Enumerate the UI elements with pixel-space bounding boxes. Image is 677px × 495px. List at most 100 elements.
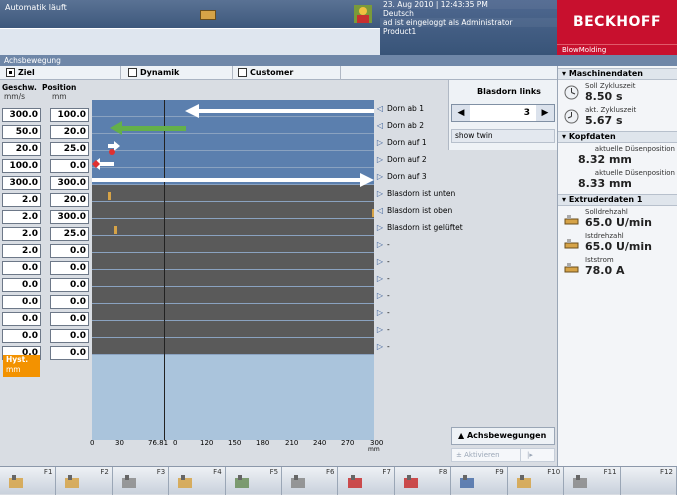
signal-label: - (387, 257, 390, 266)
speed-input[interactable]: 0.0 (2, 278, 41, 292)
signal-item[interactable]: ◁ Dorn ab 1 (376, 100, 424, 117)
position-input[interactable]: 0.0 (50, 244, 89, 258)
extruder-header[interactable]: ▾ Extruderdaten 1 (558, 194, 677, 206)
position-input[interactable]: 0.0 (50, 159, 89, 173)
position-input[interactable]: 20.0 (50, 193, 89, 207)
signal-item[interactable]: ◁ Dorn ab 2 (376, 117, 424, 134)
function-key-f11[interactable]: F11 (564, 467, 621, 495)
kopfdaten-header[interactable]: ▾ Kopfdaten (558, 131, 677, 143)
signal-item[interactable]: ▷ - (376, 253, 390, 270)
position-input[interactable]: 0.0 (50, 312, 89, 326)
machine-header[interactable]: ▾ Maschinendaten (558, 68, 677, 80)
signal-item[interactable]: ▷ - (376, 304, 390, 321)
position-input[interactable]: 300.0 (50, 210, 89, 224)
dynamik-checkbox[interactable] (128, 68, 137, 77)
ziel-checkbox[interactable] (6, 68, 15, 77)
position-input[interactable]: 20.0 (50, 125, 89, 139)
arrow-icon: |▸ (520, 449, 533, 461)
duesenposition-1-label: aktuelle Düsenposition (594, 145, 675, 153)
login-user[interactable]: ad ist eingeloggt als Administrator (380, 18, 557, 27)
function-key-f4[interactable]: F4 (169, 467, 226, 495)
position-input[interactable]: 0.0 (50, 346, 89, 360)
duesenposition-2: aktuelle Düsenposition 8.33 mm (558, 169, 677, 191)
function-key-f7[interactable]: F7 (339, 467, 395, 495)
speed-input[interactable]: 0.0 (2, 295, 41, 309)
duesenposition-1: aktuelle Düsenposition 8.32 mm (558, 145, 677, 167)
position-input[interactable]: 25.0 (50, 142, 89, 156)
function-key-icon (119, 473, 139, 491)
function-key-f9[interactable]: F9 (451, 467, 508, 495)
x-tick-label: 240 (313, 439, 327, 447)
show-twin-button[interactable]: show twin (451, 129, 555, 143)
operator-icon[interactable] (352, 3, 374, 25)
signal-item[interactable]: ▷ Dorn auf 2 (376, 151, 427, 168)
duesenposition-2-value: 8.33 mm (578, 177, 632, 190)
chevron-right-icon[interactable]: ▶ (536, 105, 554, 121)
function-key-label: F2 (100, 468, 109, 476)
product[interactable]: Product1 (380, 27, 557, 36)
tab-customer[interactable]: Customer (238, 68, 293, 77)
function-key-label: F11 (603, 468, 617, 476)
speed-input[interactable]: 0.0 (2, 329, 41, 343)
signal-arrow-icon: ▷ (376, 155, 384, 164)
position-input[interactable]: 0.0 (50, 278, 89, 292)
blasdorn-stepper[interactable]: ◀ 3 ▶ (451, 104, 555, 122)
language[interactable]: Deutsch (380, 9, 557, 18)
x-tick-label: 150 (228, 439, 242, 447)
tab-dynamik[interactable]: Dynamik (128, 68, 179, 77)
function-key-f1[interactable]: F1 (0, 467, 57, 495)
speed-input[interactable]: 100.0 (2, 159, 41, 173)
function-key-f10[interactable]: F10 (508, 467, 565, 495)
signal-item[interactable]: ▷ - (376, 287, 390, 304)
speed-input[interactable]: 300.0 (2, 176, 41, 190)
signal-item[interactable]: ◁ Blasdorn ist oben (376, 202, 452, 219)
signal-item[interactable]: ▷ - (376, 321, 390, 338)
speed-input[interactable]: 300.0 (2, 108, 41, 122)
speed-input[interactable]: 0.0 (2, 261, 41, 275)
function-key-f8[interactable]: F8 (395, 467, 452, 495)
signal-label: - (387, 274, 390, 283)
alarm-icon[interactable] (200, 10, 216, 20)
tab-ziel[interactable]: Ziel (6, 68, 35, 77)
signal-item[interactable]: ▷ Dorn auf 1 (376, 134, 427, 151)
x-tick-label: 120 (200, 439, 214, 447)
blasdorn-value[interactable]: 3 (472, 105, 534, 121)
chevron-left-icon[interactable]: ◀ (452, 105, 470, 121)
hyst-box[interactable]: Hyst. mm (3, 355, 40, 377)
position-input[interactable]: 300.0 (50, 176, 89, 190)
position-input[interactable]: 25.0 (50, 227, 89, 241)
signal-item[interactable]: ▷ Blasdorn ist unten (376, 185, 455, 202)
position-input[interactable]: 100.0 (50, 108, 89, 122)
speed-input[interactable]: 2.0 (2, 193, 41, 207)
signal-item[interactable]: ▷ - (376, 270, 390, 287)
signal-arrow-icon: ◁ (376, 104, 384, 113)
customer-checkbox[interactable] (238, 68, 247, 77)
speed-input[interactable]: 2.0 (2, 227, 41, 241)
signal-label: Dorn auf 2 (387, 155, 427, 164)
position-input[interactable]: 0.0 (50, 295, 89, 309)
signal-item[interactable]: ▷ - (376, 236, 390, 253)
function-key-f12[interactable]: F12 (621, 467, 677, 495)
signal-item[interactable]: ▷ - (376, 338, 390, 355)
function-key-f6[interactable]: F6 (282, 467, 339, 495)
motion-chart (92, 100, 374, 440)
x-axis-unit: mm (368, 446, 380, 453)
tab-dynamik-label: Dynamik (140, 68, 180, 77)
signal-item[interactable]: ▷ Dorn auf 3 (376, 168, 427, 185)
position-input[interactable]: 0.0 (50, 329, 89, 343)
function-key-icon (288, 473, 308, 491)
achsbewegungen-button[interactable]: ▲ Achsbewegungen (451, 427, 555, 445)
speed-input[interactable]: 0.0 (2, 312, 41, 326)
speed-input[interactable]: 2.0 (2, 244, 41, 258)
speed-input[interactable]: 2.0 (2, 210, 41, 224)
signal-item[interactable]: ▷ Blasdorn ist gelüftet (376, 219, 463, 236)
function-key-f2[interactable]: F2 (56, 467, 113, 495)
speed-input[interactable]: 20.0 (2, 142, 41, 156)
function-key-icon (401, 473, 421, 491)
function-key-f3[interactable]: F3 (113, 467, 170, 495)
position-input[interactable]: 0.0 (50, 261, 89, 275)
aktivieren-button[interactable]: ± Aktivieren |▸ (451, 448, 555, 462)
function-key-icon (457, 473, 477, 491)
function-key-f5[interactable]: F5 (226, 467, 283, 495)
speed-input[interactable]: 50.0 (2, 125, 41, 139)
